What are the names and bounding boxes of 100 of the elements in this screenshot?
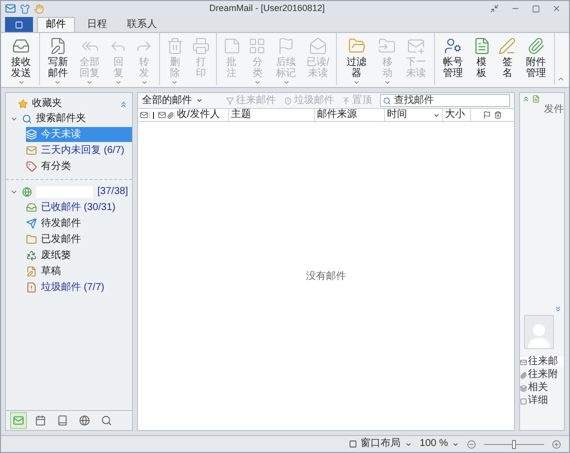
ribbon-icon xyxy=(472,37,491,55)
layout-button[interactable]: 窗口布局 xyxy=(348,439,412,449)
folder-icon xyxy=(26,282,37,293)
star-icon xyxy=(18,99,28,109)
caret-icon xyxy=(404,440,412,448)
ribbon-button[interactable]: 帐号管理 xyxy=(436,33,469,79)
folder-icon xyxy=(26,250,37,261)
view-dropdown[interactable]: 全部的邮件 xyxy=(142,96,203,106)
search-icon xyxy=(383,96,391,104)
folder-item[interactable]: 待发邮件 xyxy=(26,216,132,231)
expand-icon[interactable] xyxy=(554,305,562,313)
ribbon-icon xyxy=(308,37,327,55)
note-icon[interactable] xyxy=(532,95,540,103)
attachment-column-icon[interactable] xyxy=(167,112,174,118)
ribbon-button[interactable]: 写新邮件 xyxy=(42,33,74,86)
action-icon xyxy=(284,96,292,104)
window-title: DreamMail - [User20160812] xyxy=(208,2,326,15)
toolbar-shirt-icon[interactable] xyxy=(20,4,30,14)
panel-tab-icon xyxy=(520,358,527,366)
read-column-icon[interactable] xyxy=(158,111,166,119)
ribbon-icon xyxy=(498,37,516,55)
compact-icon[interactable] xyxy=(490,4,499,13)
ribbon-icon xyxy=(248,37,266,55)
collapse-icon[interactable] xyxy=(522,95,530,103)
nav-icon xyxy=(57,415,68,426)
ribbon-icon xyxy=(12,37,30,55)
favorites-header[interactable]: 收藏夹 xyxy=(6,97,132,111)
column-header[interactable]: 邮件来源 xyxy=(315,109,385,121)
caret-icon xyxy=(384,79,391,86)
ribbon-icon xyxy=(407,37,426,55)
caret-icon xyxy=(452,440,459,448)
folder-item[interactable]: 垃圾邮件 (7/7) xyxy=(26,280,132,295)
sender-label: 发件 xyxy=(544,105,564,115)
panel-tab[interactable]: 相关 xyxy=(520,383,564,393)
column-header[interactable]: 收/发件人 xyxy=(175,109,229,121)
zoom-dropdown[interactable]: 100 % xyxy=(420,439,459,449)
folder-item[interactable]: 废纸篓 xyxy=(26,248,132,263)
ribbon-button[interactable]: 模板 xyxy=(468,33,495,79)
flag-column-icon[interactable] xyxy=(483,111,491,119)
ribbon-button[interactable]: 接收发送 xyxy=(5,33,37,86)
account-node[interactable]: [37/38] xyxy=(6,185,132,199)
ribbon-tab[interactable]: 联系人 xyxy=(119,17,165,32)
ribbon-button[interactable]: 签名 xyxy=(494,33,520,79)
maximize-icon[interactable] xyxy=(532,4,540,12)
caret-icon xyxy=(86,79,94,86)
panel-tab-icon xyxy=(520,398,527,404)
panel-tab[interactable]: 往来附 xyxy=(520,370,564,380)
account-count: [37/38] xyxy=(97,187,129,197)
collapse-ribbon-icon[interactable] xyxy=(557,75,565,83)
folder-item[interactable]: 已收邮件 (30/31) xyxy=(26,200,132,215)
caret-icon xyxy=(282,79,290,86)
delete-column-icon[interactable] xyxy=(494,111,502,119)
zoom-out-icon[interactable] xyxy=(467,440,476,448)
zoom-in-icon[interactable] xyxy=(552,440,561,448)
column-header[interactable]: 时间 xyxy=(385,109,443,121)
ribbon-tab[interactable]: 日程 xyxy=(79,17,115,32)
ribbon-icon xyxy=(527,37,546,55)
search-field[interactable]: 查找邮件 xyxy=(380,94,510,107)
column-header[interactable]: 主题 xyxy=(229,109,315,121)
nav-icon xyxy=(79,415,90,426)
folder-icon xyxy=(26,218,37,229)
tree-toggle-icon[interactable] xyxy=(10,115,18,123)
empty-message: 没有邮件 xyxy=(306,270,346,284)
ribbon-icon xyxy=(192,37,210,55)
ribbon-icon xyxy=(348,37,366,55)
caret-icon xyxy=(353,79,360,86)
folder-item[interactable]: 草稿 xyxy=(26,264,132,279)
ribbon-button[interactable]: 附件管理 xyxy=(520,33,552,79)
ribbon-icon xyxy=(48,37,67,55)
folder-item[interactable]: 三天内未回复 (6/7) xyxy=(26,143,132,158)
action-icon xyxy=(226,96,234,104)
nav-icon xyxy=(13,415,24,426)
menu-icon xyxy=(15,20,23,28)
app-logo-icon xyxy=(5,3,16,14)
ribbon-icon xyxy=(277,37,296,55)
app-menu-button[interactable] xyxy=(5,17,33,32)
caret-icon xyxy=(54,79,62,86)
ribbon-tab[interactable]: 邮件 xyxy=(37,17,75,32)
navigation-tab[interactable] xyxy=(10,412,27,429)
caret-icon xyxy=(171,79,178,86)
folder-icon xyxy=(26,266,37,277)
panel-tab[interactable]: 详细 xyxy=(520,396,564,406)
search-folder-icon xyxy=(22,114,32,124)
ribbon-icon xyxy=(166,37,184,55)
action-icon xyxy=(342,96,350,104)
folder-icon xyxy=(26,202,37,213)
folder-icon xyxy=(26,145,37,156)
folder-item[interactable]: 有分类 xyxy=(26,159,132,174)
collapse-icon[interactable] xyxy=(119,100,128,108)
caret-icon xyxy=(18,79,24,86)
type-column-icon[interactable] xyxy=(140,111,148,119)
nav-icon xyxy=(35,415,46,426)
panel-tab-icon xyxy=(520,372,527,378)
ribbon-button[interactable]: 过滤器 xyxy=(338,33,374,86)
zoom-slider-thumb[interactable] xyxy=(512,440,516,448)
panel-tab[interactable]: 往来邮 xyxy=(520,357,564,367)
column-header[interactable]: 大小 xyxy=(443,109,471,121)
folder-item[interactable]: 已发邮件 xyxy=(26,232,132,247)
close-icon[interactable] xyxy=(552,4,561,13)
search-folders-node[interactable]: 搜索邮件夹 xyxy=(6,112,132,126)
